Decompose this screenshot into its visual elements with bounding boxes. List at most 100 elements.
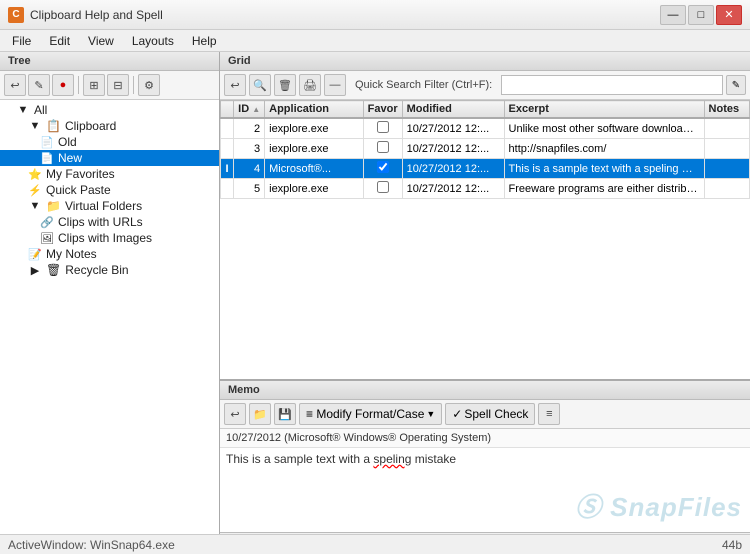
table-row[interactable]: 2 iexplore.exe 10/27/2012 12:... Unlike …	[221, 118, 750, 139]
memo-header: Memo	[220, 381, 750, 400]
row-excerpt: Freeware programs are either distributed…	[504, 179, 704, 199]
recycle-icon: 🗑	[46, 263, 61, 277]
row-fav[interactable]	[363, 118, 402, 139]
maximize-button[interactable]: □	[688, 5, 714, 25]
tree-item-clipboard[interactable]: ▼ 📋 Clipboard	[0, 118, 219, 134]
table-row[interactable]: 5 iexplore.exe 10/27/2012 12:... Freewar…	[221, 179, 750, 199]
menu-edit[interactable]: Edit	[41, 32, 78, 50]
clipboard-folder-icon: 📋	[46, 119, 61, 133]
tree-tb-settings[interactable]: ⚙	[138, 74, 160, 96]
row-fav[interactable]	[363, 179, 402, 199]
tree-item-old[interactable]: 📄 Old	[0, 134, 219, 150]
tree-item-label: Virtual Folders	[65, 199, 142, 213]
tree-item-images[interactable]: 🖼 Clips with Images	[0, 230, 219, 246]
th-indicator[interactable]	[221, 101, 234, 119]
expand-icon: ▼	[16, 104, 30, 116]
grid-section: Grid ↩ 🔍 🗑 🖨 — Quick Search Filter (Ctrl…	[220, 52, 750, 379]
status-left: ActiveWindow: WinSnap64.exe	[8, 538, 175, 552]
row-excerpt: http://snapfiles.com/	[504, 139, 704, 159]
row-modified: 10/27/2012 12:...	[402, 159, 504, 179]
grid-tb-delete[interactable]: 🗑	[274, 74, 296, 96]
memo-toolbar: ↩ 📁 💾 ≡ Modify Format/Case ▼ ✓ Spell Che…	[220, 400, 750, 429]
snapfiles-watermark: Ⓢ SnapFiles	[575, 487, 742, 524]
table-row[interactable]: 3 iexplore.exe 10/27/2012 12:... http://…	[221, 139, 750, 159]
tree-item-label: My Notes	[46, 247, 97, 261]
minimize-button[interactable]: —	[660, 5, 686, 25]
tree-item-all[interactable]: ▼ All	[0, 102, 219, 118]
row-id: 3	[234, 139, 265, 159]
th-application[interactable]: Application	[265, 101, 364, 119]
tree-item-virtual-folders[interactable]: ▼ 📁 Virtual Folders	[0, 198, 219, 214]
row-app: iexplore.exe	[265, 139, 364, 159]
grid-tb-print[interactable]: 🖨	[299, 74, 321, 96]
tree-item-new[interactable]: 📄 New	[0, 150, 219, 166]
tree-tb-collapse[interactable]: ⊟	[107, 74, 129, 96]
row-indicator: I	[221, 159, 234, 179]
tree-tb-edit[interactable]: ✎	[28, 74, 50, 96]
titlebar-controls: — □ ✕	[660, 5, 742, 25]
menu-view[interactable]: View	[80, 32, 122, 50]
tree-item-quickpaste[interactable]: ⚡ Quick Paste	[0, 182, 219, 198]
row-notes	[704, 118, 749, 139]
tree-tb-expand[interactable]: ⊞	[83, 74, 105, 96]
window-title: Clipboard Help and Spell	[30, 8, 163, 22]
th-id[interactable]: ID ▲	[234, 101, 265, 119]
row-app: iexplore.exe	[265, 118, 364, 139]
th-favor[interactable]: Favor	[363, 101, 402, 119]
expand-icon: ▼	[28, 200, 42, 212]
memo-text: This is a sample text with a speling mis…	[220, 448, 750, 532]
memo-section: Memo ↩ 📁 💾 ≡ Modify Format/Case ▼ ✓ Spel…	[220, 379, 750, 554]
memo-tb-save[interactable]: 💾	[274, 403, 296, 425]
image-icon: 🖼	[40, 232, 54, 245]
tree-tb-back[interactable]: ↩	[4, 74, 26, 96]
th-modified[interactable]: Modified	[402, 101, 504, 119]
tree-item-label: Clips with Images	[58, 231, 152, 245]
left-panel: Tree ↩ ✎ ● ⊞ ⊟ ⚙ ▼ All ▼ 📋 Clipboard 📄	[0, 52, 220, 554]
tree-tb-delete[interactable]: ●	[52, 74, 74, 96]
tree-item-urls[interactable]: 🔗 Clips with URLs	[0, 214, 219, 230]
table-row-selected[interactable]: I 4 Microsoft®... 10/27/2012 12:... This…	[221, 159, 750, 179]
grid-tb-misc[interactable]: —	[324, 74, 346, 96]
row-fav[interactable]	[363, 159, 402, 179]
grid-toolbar: ↩ 🔍 🗑 🖨 — Quick Search Filter (Ctrl+F): …	[220, 71, 750, 100]
tree-item-notes[interactable]: 📝 My Notes	[0, 246, 219, 262]
grid-table: ID ▲ Application Favor Modified Excerpt …	[220, 100, 750, 199]
row-excerpt: This is a sample text with a speling mis…	[504, 159, 704, 179]
th-notes[interactable]: Notes	[704, 101, 749, 119]
row-fav[interactable]	[363, 139, 402, 159]
tree-item-favorites[interactable]: ⭐ My Favorites	[0, 166, 219, 182]
memo-tb-options[interactable]: ≡	[538, 403, 560, 425]
row-app: iexplore.exe	[265, 179, 364, 199]
tree-item-label: Clips with URLs	[58, 215, 143, 229]
close-button[interactable]: ✕	[716, 5, 742, 25]
row-id: 4	[234, 159, 265, 179]
row-indicator	[221, 139, 234, 159]
memo-tb-open[interactable]: 📁	[249, 403, 271, 425]
statusbar: ActiveWindow: WinSnap64.exe 44b	[0, 534, 750, 554]
tree-item-recycle[interactable]: ▶ 🗑 Recycle Bin	[0, 262, 219, 278]
spell-check-button[interactable]: ✓ Spell Check	[445, 403, 535, 425]
row-id: 2	[234, 118, 265, 139]
tree-item-label: Old	[58, 135, 77, 149]
search-clear-button[interactable]: ✎	[726, 75, 746, 95]
menu-layouts[interactable]: Layouts	[124, 32, 182, 50]
row-indicator	[221, 118, 234, 139]
grid-tb-search[interactable]: 🔍	[249, 74, 271, 96]
row-modified: 10/27/2012 12:...	[402, 139, 504, 159]
menu-help[interactable]: Help	[184, 32, 225, 50]
modify-format-label: ≡ Modify Format/Case	[306, 407, 424, 421]
search-input[interactable]	[501, 75, 723, 95]
modify-format-dropdown[interactable]: ≡ Modify Format/Case ▼	[299, 403, 442, 425]
row-modified: 10/27/2012 12:...	[402, 179, 504, 199]
main-layout: Tree ↩ ✎ ● ⊞ ⊟ ⚙ ▼ All ▼ 📋 Clipboard 📄	[0, 52, 750, 554]
memo-tb-back[interactable]: ↩	[224, 403, 246, 425]
grid-tb-back[interactable]: ↩	[224, 74, 246, 96]
row-notes	[704, 179, 749, 199]
th-excerpt[interactable]: Excerpt	[504, 101, 704, 119]
tb-sep1	[78, 76, 79, 94]
table-header-row: ID ▲ Application Favor Modified Excerpt …	[221, 101, 750, 119]
link-icon: 🔗	[40, 216, 54, 229]
notes-icon: 📝	[28, 248, 42, 261]
tree-item-label: Quick Paste	[46, 183, 111, 197]
menu-file[interactable]: File	[4, 32, 39, 50]
